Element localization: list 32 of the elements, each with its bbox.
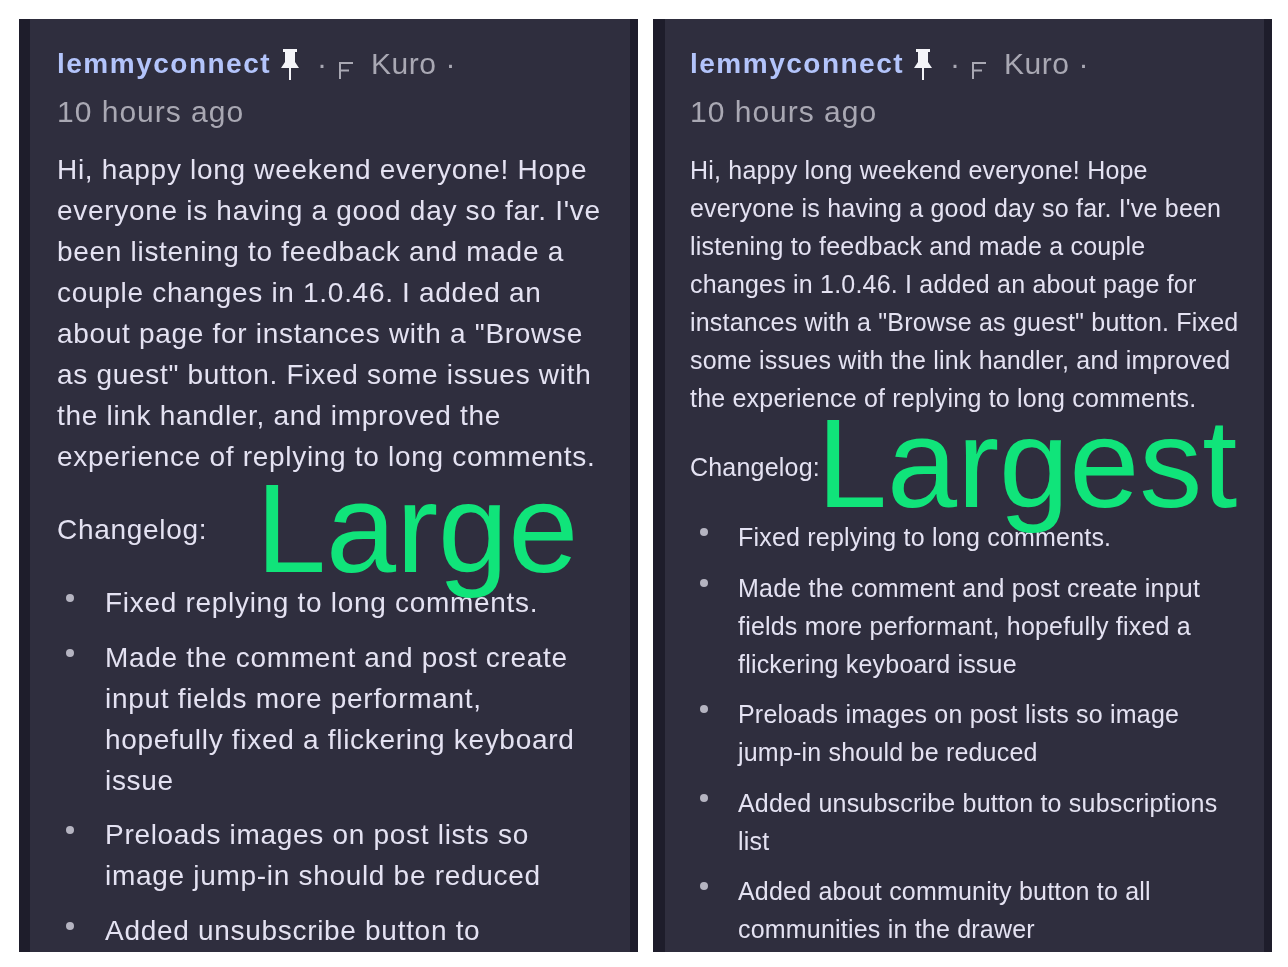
meta-separator: ·: [950, 47, 961, 81]
user-name[interactable]: Kuro: [371, 47, 437, 81]
bullet-icon: [700, 705, 708, 713]
user-name[interactable]: Kuro: [1004, 47, 1070, 81]
bullet-icon: [700, 793, 708, 802]
community-name[interactable]: lemmyconnect: [57, 48, 272, 80]
changelog-item: Made the comment and post create input fields more performant, hopefully fixed a flickering keyboard issue: [105, 640, 576, 798]
community-name[interactable]: lemmyconnect: [690, 48, 905, 80]
post-time: 10 hours ago: [57, 94, 246, 130]
bullet-icon: [66, 921, 74, 930]
post-body: Hi, happy long weekend everyone! Hope everyone is having a good day so far. I've been listening to feedback and made a couple changes in 1.0.46. I added an about page for instances with a "Browse as guest" button. Fixed some issues with the link handler, and improved the experience of replying to long comments.: [57, 153, 602, 474]
bullet-icon: [66, 826, 74, 834]
changelog-item: Added about community button to all communities in the drawer: [738, 876, 1152, 945]
changelog-item: Added unsubscribe button to: [105, 913, 482, 948]
bullet-icon: [66, 648, 74, 657]
bullet-icon: [700, 578, 708, 587]
bullet-icon: [66, 594, 74, 602]
changelog-item: Made the comment and post create input fields more performant, hopefully fixed a flickering keyboard issue: [738, 572, 1202, 680]
meta-separator: ·: [445, 47, 456, 81]
post-body: Hi, happy long weekend everyone! Hope everyone is having a good day so far. I've been listening to feedback and made a couple changes in 1.0.46. I added an about page for instances with a "Browse as guest" button. Fixed some issues with the link handler, and improved the experience of replying to long comments.: [690, 155, 1240, 414]
changelog-item: Added unsubscribe button to subscriptions list: [738, 787, 1219, 857]
letter-f-icon: [339, 62, 355, 79]
changelog-heading: Changelog:: [690, 452, 821, 483]
meta-separator: ·: [1078, 47, 1089, 81]
post-time: 10 hours ago: [690, 94, 879, 130]
meta-separator: ·: [317, 47, 328, 81]
bullet-icon: [700, 882, 708, 890]
changelog-item: Preloads images on post lists so image jump-in should be reduced: [105, 818, 542, 893]
changelog-item: Preloads images on post lists so image jump-in should be reduced: [738, 699, 1181, 768]
letter-f-icon: [972, 62, 988, 79]
changelog-heading: Changelog:: [57, 513, 209, 547]
bullet-icon: [700, 528, 708, 536]
